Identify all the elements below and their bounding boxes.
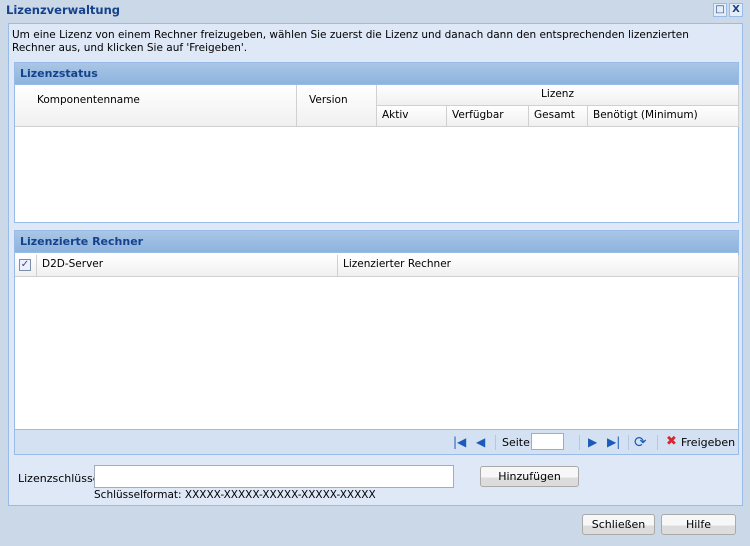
col-licensed-machine[interactable]: Lizenzierter Rechner bbox=[338, 255, 739, 277]
col-license-group: Lizenz bbox=[377, 85, 739, 106]
licensed-machines-title: Lizenzierte Rechner bbox=[15, 231, 738, 253]
first-page-icon[interactable]: |◀ bbox=[453, 435, 466, 449]
refresh-icon[interactable]: ⟳ bbox=[634, 433, 647, 451]
select-all-checkbox[interactable]: ✓ bbox=[15, 255, 37, 277]
license-key-label: Lizenzschlüssel bbox=[18, 472, 103, 485]
col-available[interactable]: Verfügbar bbox=[447, 106, 529, 127]
col-version[interactable]: Version bbox=[297, 85, 377, 127]
licensed-machines-panel: Lizenzierte Rechner ✓ D2D-Server Lizenzi… bbox=[14, 230, 739, 455]
license-status-panel: Lizenzstatus Komponentenname Version Liz… bbox=[14, 62, 739, 223]
release-icon[interactable]: ✖ bbox=[666, 434, 677, 449]
col-component[interactable]: Komponentenname bbox=[15, 85, 297, 127]
col-required[interactable]: Benötigt (Minimum) bbox=[588, 106, 739, 127]
maximize-icon[interactable]: □ bbox=[713, 3, 727, 17]
license-status-title: Lizenzstatus bbox=[15, 63, 738, 85]
close-button[interactable]: Schließen bbox=[582, 514, 655, 535]
close-icon[interactable]: X bbox=[729, 3, 743, 17]
help-button[interactable]: Hilfe bbox=[661, 514, 736, 535]
key-format-hint: Schlüsselformat: XXXXX-XXXXX-XXXXX-XXXXX… bbox=[94, 489, 376, 501]
add-button[interactable]: Hinzufügen bbox=[480, 466, 579, 487]
next-page-icon[interactable]: ▶ bbox=[588, 435, 597, 449]
description-text: Um eine Lizenz von einem Rechner freizug… bbox=[12, 29, 689, 54]
pager-toolbar: |◀ ◀ Seite ▶ ▶| ⟳ ✖ Freigeben bbox=[15, 429, 738, 454]
page-input[interactable] bbox=[531, 433, 564, 450]
checkmark-icon: ✓ bbox=[19, 259, 31, 271]
last-page-icon[interactable]: ▶| bbox=[607, 435, 620, 449]
prev-page-icon[interactable]: ◀ bbox=[476, 435, 485, 449]
license-key-input[interactable] bbox=[94, 465, 454, 488]
col-active[interactable]: Aktiv bbox=[377, 106, 447, 127]
col-total[interactable]: Gesamt bbox=[529, 106, 588, 127]
page-label: Seite bbox=[502, 436, 530, 449]
col-d2d-server[interactable]: D2D-Server bbox=[37, 255, 338, 277]
window-title: Lizenzverwaltung bbox=[6, 3, 121, 17]
release-button[interactable]: Freigeben bbox=[681, 436, 735, 449]
